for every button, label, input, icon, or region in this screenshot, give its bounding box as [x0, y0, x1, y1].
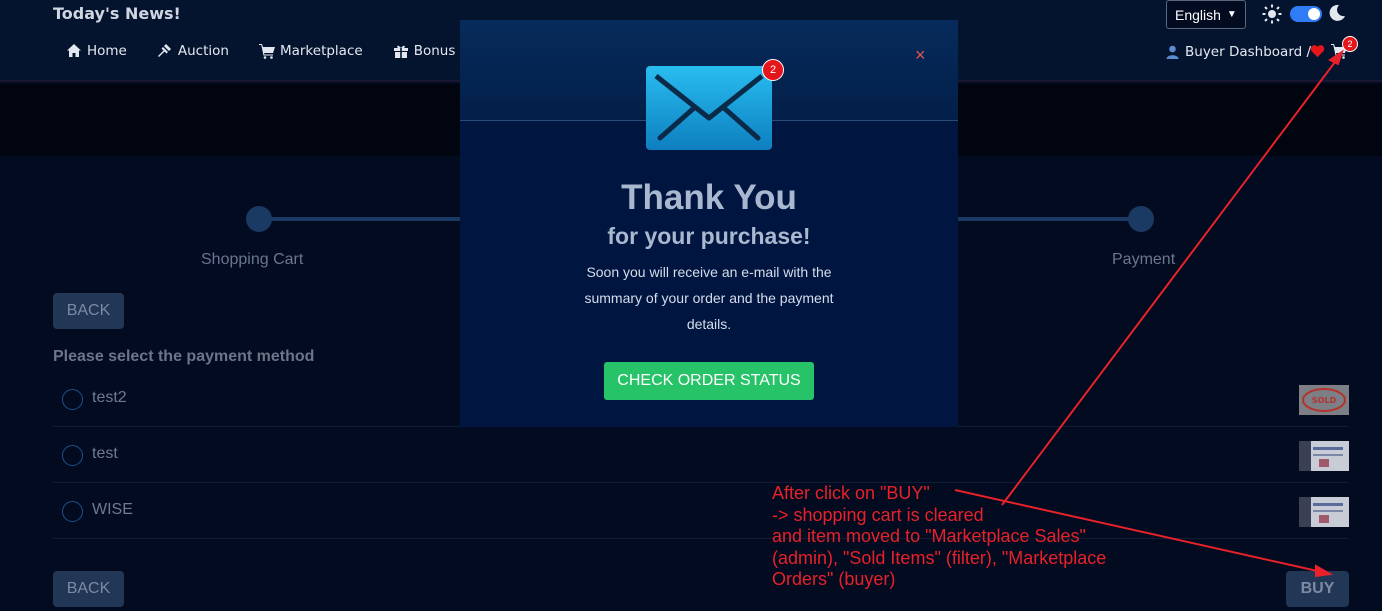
payment-radio[interactable] — [62, 389, 83, 410]
close-icon[interactable]: × — [915, 45, 926, 66]
cart-count-badge: 2 — [1342, 36, 1358, 52]
modal-subtitle: for your purchase! — [607, 223, 811, 249]
payment-option-test[interactable]: test — [53, 427, 1349, 483]
step-label-shopping-cart: Shopping Cart — [201, 251, 304, 268]
buy-button[interactable]: BUY — [1286, 571, 1349, 607]
chevron-down-icon: ▼ — [1226, 9, 1237, 20]
nav-home-label: Home — [87, 43, 127, 59]
gift-icon — [393, 45, 408, 58]
user-icon — [1166, 45, 1179, 59]
payment-thumbnail — [1299, 441, 1349, 471]
sold-stamp-icon: SOLD — [1302, 388, 1346, 412]
cart-icon — [258, 44, 275, 59]
annotation-text: After click on "BUY" -> shopping cart is… — [772, 483, 1106, 591]
language-value: English — [1175, 6, 1221, 23]
payment-radio[interactable] — [62, 501, 83, 522]
envelope-icon — [646, 66, 772, 150]
modal-title: Thank You — [621, 178, 797, 217]
language-select[interactable]: English ▼ — [1166, 0, 1246, 29]
payment-thumbnail — [1299, 497, 1349, 527]
main-nav: Home Auction Marketplace Bonus Sch — [66, 43, 514, 59]
toggle-knob — [1308, 8, 1320, 20]
payment-option-name: WISE — [92, 501, 133, 518]
sun-icon[interactable] — [1262, 4, 1282, 24]
home-icon — [67, 44, 81, 57]
back-button-top[interactable]: BACK — [53, 293, 124, 329]
annotation-line: Orders" (buyer) — [772, 569, 896, 589]
annotation-line: After click on "BUY" — [772, 483, 930, 503]
annotation-line: and item moved to "Marketplace Sales" — [772, 526, 1086, 546]
svg-text:SOLD: SOLD — [1312, 396, 1337, 405]
screenshot-thumbnail-icon — [1299, 441, 1349, 471]
modal-message: Soon you will receive an e-mail with the… — [584, 264, 834, 332]
news-title: Today's News! — [53, 4, 181, 23]
screenshot-thumbnail-icon — [1299, 497, 1349, 527]
nav-home[interactable]: Home — [66, 43, 127, 59]
step-dot-shopping-cart — [246, 206, 272, 232]
nav-marketplace[interactable]: Marketplace — [258, 43, 363, 59]
payment-thumbnail: SOLD — [1299, 385, 1349, 415]
theme-toggle[interactable] — [1290, 6, 1322, 22]
nav-auction-label: Auction — [177, 43, 229, 59]
payment-radio[interactable] — [62, 445, 83, 466]
gavel-icon — [157, 44, 171, 57]
payment-option-wise[interactable]: WISE — [53, 483, 1349, 539]
buyer-dashboard-link[interactable]: Buyer Dashboard / — [1166, 44, 1311, 60]
step-dot-payment — [1128, 206, 1154, 232]
moon-icon[interactable] — [1328, 4, 1346, 22]
thank-you-modal: × 2 Thank You for your purchase! Soon yo… — [460, 20, 958, 427]
annotation-line: (admin), "Sold Items" (filter), "Marketp… — [772, 547, 1107, 568]
annotation-line: -> shopping cart is cleared — [772, 504, 984, 525]
payment-option-name: test2 — [92, 389, 127, 406]
check-order-status-button[interactable]: CHECK ORDER STATUS — [604, 362, 814, 400]
payment-option-name: test — [92, 445, 118, 462]
envelope-badge: 2 — [762, 59, 784, 81]
nav-auction[interactable]: Auction — [157, 43, 229, 59]
buyer-dashboard-label: Buyer Dashboard / — [1185, 44, 1312, 60]
nav-marketplace-label: Marketplace — [279, 43, 363, 59]
heart-icon[interactable] — [1310, 44, 1325, 58]
step-label-payment: Payment — [1112, 251, 1176, 268]
payment-heading: Please select the payment method — [53, 348, 315, 365]
back-button-bottom[interactable]: BACK — [53, 571, 124, 607]
